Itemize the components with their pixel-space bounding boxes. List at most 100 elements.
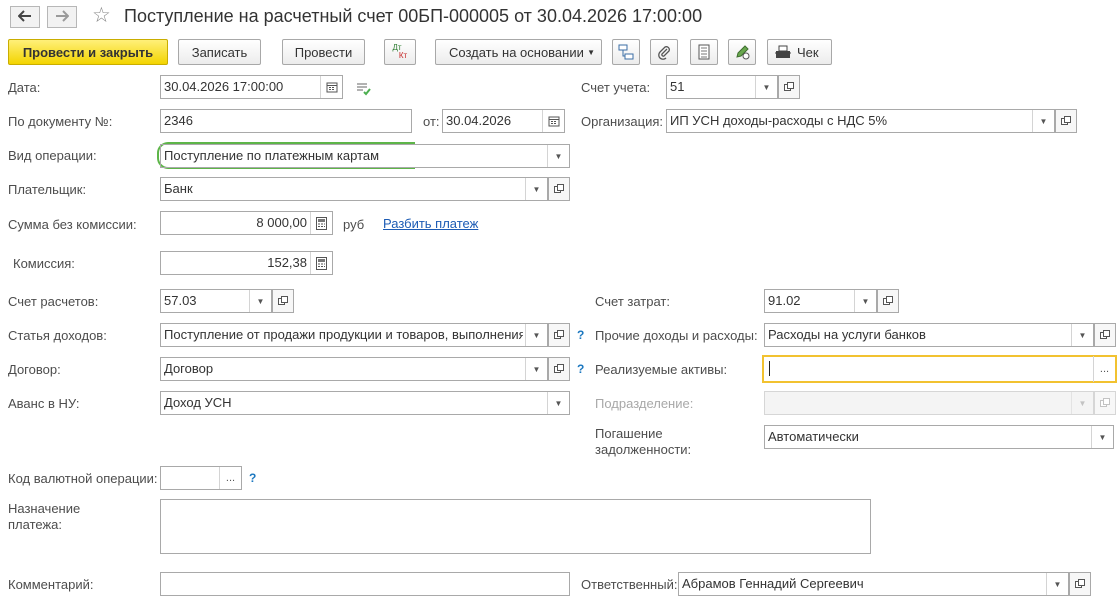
document-button[interactable] bbox=[690, 39, 718, 65]
triangle-down-icon[interactable]: ▼ bbox=[547, 392, 569, 414]
edit-button[interactable] bbox=[728, 39, 756, 65]
payer-open-button[interactable] bbox=[548, 177, 570, 201]
page-title: Поступление на расчетный счет 00БП-00000… bbox=[124, 6, 703, 26]
date-value: 30.04.2026 17:00:00 bbox=[164, 79, 284, 94]
doc-date-value: 30.04.2026 bbox=[446, 113, 512, 128]
payment-purpose-label-line2: платежа: bbox=[8, 517, 62, 532]
settlement-account-field[interactable]: 57.03 ▼ bbox=[160, 289, 272, 313]
amount-label: Сумма без комиссии: bbox=[8, 217, 137, 232]
attachment-button[interactable] bbox=[650, 39, 678, 65]
create-based-on-button[interactable]: Создать на основании ▼ bbox=[435, 39, 602, 65]
open-form-icon bbox=[554, 328, 564, 343]
cost-account-field[interactable]: 91.02 ▼ bbox=[764, 289, 877, 313]
ellipsis-button[interactable]: ... bbox=[1093, 356, 1115, 382]
payer-field[interactable]: Банк ▼ bbox=[160, 177, 548, 201]
cost-account-open-button[interactable] bbox=[877, 289, 899, 313]
settlement-account-open-button[interactable] bbox=[272, 289, 294, 313]
structure-button[interactable] bbox=[612, 39, 640, 65]
doc-number-label: По документу №: bbox=[8, 114, 113, 129]
currency-op-code-help-icon[interactable]: ? bbox=[249, 471, 256, 485]
structure-icon bbox=[618, 44, 634, 60]
receipt-button[interactable]: Чек bbox=[767, 39, 832, 65]
post-button[interactable]: Провести bbox=[282, 39, 365, 65]
account-open-button[interactable] bbox=[778, 75, 800, 99]
other-income-expense-label: Прочие доходы и расходы: bbox=[595, 328, 758, 343]
currency-op-code-label: Код валютной операции: bbox=[8, 471, 158, 486]
triangle-down-icon[interactable]: ▼ bbox=[1071, 324, 1093, 346]
post-and-close-button[interactable]: Провести и закрыть bbox=[8, 39, 168, 65]
split-payment-link[interactable]: Разбить платеж bbox=[383, 216, 478, 231]
doc-date-field[interactable]: 30.04.2026 bbox=[442, 109, 565, 133]
triangle-down-icon[interactable]: ▼ bbox=[525, 324, 547, 346]
comment-field[interactable] bbox=[160, 572, 570, 596]
currency-label: руб bbox=[343, 217, 365, 232]
advance-nu-field[interactable]: Доход УСН ▼ bbox=[160, 391, 570, 415]
edit-pencil-icon bbox=[734, 44, 750, 60]
account-field[interactable]: 51 ▼ bbox=[666, 75, 778, 99]
organization-open-button[interactable] bbox=[1055, 109, 1077, 133]
commission-field[interactable]: 152,38 bbox=[160, 251, 333, 275]
contract-open-button[interactable] bbox=[548, 357, 570, 381]
debt-repayment-value: Автоматически bbox=[768, 429, 859, 444]
responsible-field[interactable]: Абрамов Геннадий Сергеевич ▼ bbox=[678, 572, 1069, 596]
open-form-icon bbox=[554, 182, 564, 197]
contract-field[interactable]: Договор ▼ bbox=[160, 357, 548, 381]
date-field[interactable]: 30.04.2026 17:00:00 bbox=[160, 75, 343, 99]
forward-button[interactable] bbox=[47, 6, 77, 28]
operation-type-field[interactable]: Поступление по платежным картам ▼ bbox=[160, 144, 570, 168]
arrow-left-icon bbox=[17, 9, 32, 26]
triangle-down-icon[interactable]: ▼ bbox=[1046, 573, 1068, 595]
ellipsis-button[interactable]: ... bbox=[219, 467, 241, 489]
triangle-down-icon[interactable]: ▼ bbox=[1091, 426, 1113, 448]
operation-type-label: Вид операции: bbox=[8, 148, 97, 163]
payment-purpose-field[interactable] bbox=[160, 499, 871, 554]
other-income-expense-open-button[interactable] bbox=[1094, 323, 1116, 347]
income-item-field[interactable]: Поступление от продажи продукции и товар… bbox=[160, 323, 548, 347]
sold-assets-label: Реализуемые активы: bbox=[595, 362, 728, 377]
triangle-down-icon: ▼ bbox=[1071, 392, 1093, 414]
triangle-down-icon[interactable]: ▼ bbox=[525, 358, 547, 380]
income-item-open-button[interactable] bbox=[548, 323, 570, 347]
debt-repayment-label-line1: Погашение bbox=[595, 426, 663, 441]
history-icon[interactable] bbox=[356, 82, 372, 99]
sold-assets-field[interactable]: ... bbox=[762, 355, 1117, 383]
responsible-open-button[interactable] bbox=[1069, 572, 1091, 596]
department-open-button bbox=[1094, 391, 1116, 415]
other-income-expense-field[interactable]: Расходы на услуги банков ▼ bbox=[764, 323, 1094, 347]
income-item-help-icon[interactable]: ? bbox=[577, 328, 584, 342]
amount-value: 8 000,00 bbox=[256, 215, 307, 230]
dt-kt-icon: Дт Кт bbox=[392, 44, 407, 60]
triangle-down-icon: ▼ bbox=[587, 47, 595, 57]
amount-field[interactable]: 8 000,00 bbox=[160, 211, 333, 235]
other-income-expense-value: Расходы на услуги банков bbox=[768, 327, 926, 342]
contract-help-icon[interactable]: ? bbox=[577, 362, 584, 376]
back-button[interactable] bbox=[10, 6, 40, 28]
debt-repayment-field[interactable]: Автоматически ▼ bbox=[764, 425, 1114, 449]
triangle-down-icon[interactable]: ▼ bbox=[525, 178, 547, 200]
triangle-down-icon[interactable]: ▼ bbox=[547, 145, 569, 167]
triangle-down-icon[interactable]: ▼ bbox=[249, 290, 271, 312]
cost-account-value: 91.02 bbox=[768, 293, 801, 308]
calendar-icon[interactable] bbox=[542, 110, 564, 132]
star-icon[interactable]: ☆ bbox=[92, 5, 111, 27]
open-form-icon bbox=[554, 362, 564, 377]
advance-nu-label: Аванс в НУ: bbox=[8, 396, 80, 411]
organization-field[interactable]: ИП УСН доходы-расходы с НДС 5% ▼ bbox=[666, 109, 1055, 133]
open-form-icon bbox=[1061, 114, 1071, 129]
settlement-account-label: Счет расчетов: bbox=[8, 294, 99, 309]
triangle-down-icon[interactable]: ▼ bbox=[755, 76, 777, 98]
organization-label: Организация: bbox=[581, 114, 664, 129]
dt-kt-button[interactable]: Дт Кт bbox=[384, 39, 416, 65]
triangle-down-icon[interactable]: ▼ bbox=[1032, 110, 1054, 132]
doc-number-field[interactable]: 2346 bbox=[160, 109, 412, 133]
triangle-down-icon[interactable]: ▼ bbox=[854, 290, 876, 312]
create-based-on-label: Создать на основании bbox=[449, 44, 584, 60]
calculator-icon[interactable] bbox=[310, 212, 332, 234]
responsible-label: Ответственный: bbox=[581, 577, 678, 592]
save-button[interactable]: Записать bbox=[178, 39, 261, 65]
calculator-icon[interactable] bbox=[310, 252, 332, 274]
calendar-icon[interactable] bbox=[320, 76, 342, 98]
currency-op-code-field[interactable]: ... bbox=[160, 466, 242, 490]
open-form-icon bbox=[1075, 577, 1085, 592]
responsible-value: Абрамов Геннадий Сергеевич bbox=[682, 576, 864, 591]
